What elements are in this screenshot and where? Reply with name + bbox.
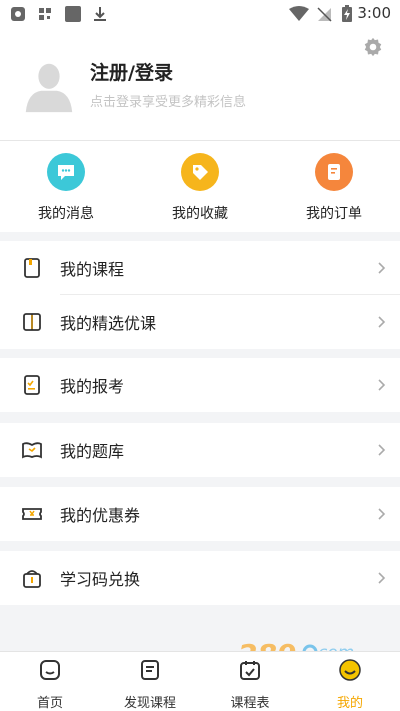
tab-label: 首页	[36, 696, 63, 711]
tab-label: 课程表	[230, 696, 270, 711]
tab-home[interactable]: 首页	[0, 658, 100, 711]
tag-icon	[181, 153, 219, 191]
battery-charging-icon	[342, 5, 352, 22]
checklist-icon	[24, 375, 40, 395]
my-messages-button[interactable]: 我的消息	[6, 153, 126, 223]
question-book-icon	[22, 442, 42, 459]
status-time: 3:00	[357, 4, 391, 22]
open-book-icon	[23, 313, 41, 331]
menu-group-question-bank: 我的题库	[0, 423, 400, 477]
qr-grid-icon	[39, 8, 51, 20]
profile-face-icon	[339, 659, 361, 681]
download-icon	[94, 7, 106, 21]
document-icon	[315, 153, 353, 191]
my-favorites-button[interactable]: 我的收藏	[140, 153, 260, 223]
menu-item-my-courses[interactable]: 我的课程	[0, 241, 400, 295]
menu-label: 我的报考	[60, 377, 125, 396]
home-icon	[40, 660, 60, 680]
chat-bubble-icon	[47, 153, 85, 191]
chevron-right-icon	[378, 572, 386, 584]
chevron-right-icon	[378, 262, 386, 274]
my-favorites-label: 我的收藏	[172, 206, 228, 222]
menu-item-question-bank[interactable]: 我的题库	[0, 423, 400, 477]
tab-mine[interactable]: 我的	[300, 658, 400, 711]
menu-label: 我的题库	[60, 442, 125, 461]
menu-item-selected-courses[interactable]: 我的精选优课	[0, 295, 400, 349]
menu-group-coupons: 我的优惠券	[0, 487, 400, 541]
menu-label: 我的精选优课	[60, 314, 157, 333]
menu-group-exam: 我的报考	[0, 358, 400, 412]
app-square-icon	[65, 6, 81, 22]
login-register-title[interactable]: 注册/登录	[90, 58, 173, 85]
tab-label: 发现课程	[123, 696, 176, 711]
chevron-right-icon	[378, 379, 386, 391]
chevron-right-icon	[378, 316, 386, 328]
my-orders-label: 我的订单	[306, 206, 362, 222]
chevron-right-icon	[378, 508, 386, 520]
menu-group-redeem: 学习码兑换	[0, 551, 400, 605]
chevron-right-icon	[378, 444, 386, 456]
login-hint-text: 点击登录享受更多精彩信息	[90, 95, 247, 110]
menu-label: 学习码兑换	[60, 570, 141, 589]
menu-item-redeem-code[interactable]: 学习码兑换	[0, 551, 400, 605]
quick-actions: 我的消息 我的收藏 我的订单	[0, 140, 400, 232]
menu-item-coupons[interactable]: 我的优惠券	[0, 487, 400, 541]
avatar-placeholder-icon[interactable]	[20, 56, 78, 114]
menu-label: 我的优惠券	[60, 506, 141, 525]
settings-gear-icon[interactable]	[362, 36, 384, 58]
tab-discover[interactable]: 发现课程	[100, 658, 200, 711]
my-messages-label: 我的消息	[38, 206, 94, 222]
tab-schedule[interactable]: 课程表	[200, 658, 300, 711]
book-bookmark-icon	[24, 258, 40, 278]
menu-label: 我的课程	[60, 260, 125, 279]
calendar-icon	[240, 661, 260, 680]
no-signal-icon	[317, 7, 332, 22]
profile-header[interactable]: 注册/登录 点击登录享受更多精彩信息	[0, 28, 400, 140]
tab-label: 我的	[336, 696, 363, 711]
my-orders-button[interactable]: 我的订单	[274, 153, 394, 223]
gift-box-icon	[23, 570, 41, 588]
bottom-tab-bar: 首页 发现课程 课程表 我的	[0, 651, 400, 711]
status-bar: 3:00	[0, 0, 400, 28]
menu-group-courses: 我的课程 我的精选优课	[0, 241, 400, 349]
menu-item-exam-registration[interactable]: 我的报考	[0, 358, 400, 412]
wifi-icon	[289, 6, 309, 21]
app-notification-icon	[11, 7, 25, 21]
coupon-ticket-icon	[22, 508, 42, 520]
discover-icon	[141, 660, 159, 680]
